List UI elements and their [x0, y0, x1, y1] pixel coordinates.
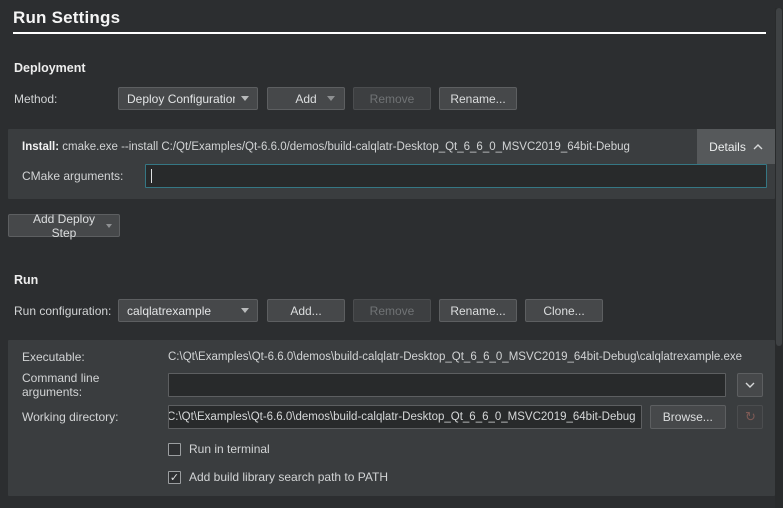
run-remove-button[interactable]: Remove	[353, 299, 431, 322]
page-title: Run Settings	[13, 8, 766, 28]
working-directory-input[interactable]: C:\Qt\Examples\Qt-6.6.0\demos\build-calq…	[168, 405, 642, 429]
install-step-summary: Install: cmake.exe --install C:/Qt/Examp…	[22, 141, 630, 153]
deploy-remove-button[interactable]: Remove	[353, 87, 431, 110]
add-path-option[interactable]: ✓ Add build library search path to PATH	[168, 470, 763, 484]
chevron-down-icon	[327, 96, 335, 101]
chevron-down-icon	[106, 224, 112, 228]
add-deploy-step-button[interactable]: Add Deploy Step	[8, 214, 120, 237]
executable-label: Executable:	[22, 350, 160, 364]
cmake-arguments-row: CMake arguments:	[8, 164, 775, 199]
details-label: Details	[709, 140, 746, 154]
install-step-title: Install:	[22, 141, 59, 153]
executable-row: Executable: C:\Qt\Examples\Qt-6.6.0\demo…	[22, 350, 763, 364]
run-configuration-value: calqlatrexample	[127, 304, 235, 318]
deployment-section-header: Deployment	[14, 61, 783, 75]
deploy-step-panel: Install: cmake.exe --install C:/Qt/Examp…	[8, 129, 775, 199]
arguments-history-dropdown-button[interactable]	[737, 373, 763, 397]
run-configuration-label: Run configuration:	[14, 304, 118, 318]
deploy-rename-button[interactable]: Rename...	[439, 87, 517, 110]
checkmark-icon: ✓	[170, 472, 179, 483]
chevron-down-icon	[745, 382, 755, 388]
vertical-scrollbar-thumb[interactable]	[776, 8, 782, 346]
working-directory-row: Working directory: C:\Qt\Examples\Qt-6.6…	[22, 405, 763, 429]
run-details-panel: Executable: C:\Qt\Examples\Qt-6.6.0\demo…	[8, 340, 775, 496]
run-in-terminal-option[interactable]: Run in terminal	[168, 442, 763, 456]
working-directory-label: Working directory:	[22, 410, 160, 424]
add-path-checkbox[interactable]: ✓	[168, 471, 181, 484]
run-configuration-row: Run configuration: calqlatrexample Add..…	[14, 299, 783, 322]
run-add-button[interactable]: Add...	[267, 299, 345, 322]
details-toggle-button[interactable]: Details	[697, 129, 775, 164]
deploy-method-select[interactable]: Deploy Configuration	[118, 87, 258, 110]
command-line-arguments-input[interactable]	[168, 373, 726, 397]
cmake-arguments-label: CMake arguments:	[22, 169, 145, 183]
reset-icon: ↺	[745, 410, 756, 425]
executable-value: C:\Qt\Examples\Qt-6.6.0\demos\build-calq…	[168, 351, 742, 363]
run-configuration-select[interactable]: calqlatrexample	[118, 299, 258, 322]
add-path-label: Add build library search path to PATH	[189, 470, 388, 484]
run-in-terminal-label: Run in terminal	[189, 442, 270, 456]
chevron-down-icon	[241, 308, 249, 313]
deployment-method-row: Method: Deploy Configuration Add Remove …	[14, 87, 783, 110]
deploy-add-label: Add	[295, 92, 316, 106]
chevron-up-icon	[753, 144, 763, 150]
reset-working-directory-button[interactable]: ↺	[737, 405, 763, 429]
install-step-header: Install: cmake.exe --install C:/Qt/Examp…	[8, 129, 775, 164]
vertical-scrollbar-track	[775, 8, 783, 508]
chevron-down-icon	[241, 96, 249, 101]
working-directory-value: C:\Qt\Examples\Qt-6.6.0\demos\build-calq…	[168, 411, 636, 423]
command-line-arguments-label: Command line arguments:	[22, 371, 160, 399]
command-line-arguments-row: Command line arguments:	[22, 371, 763, 399]
run-rename-button[interactable]: Rename...	[439, 299, 517, 322]
run-clone-button[interactable]: Clone...	[525, 299, 603, 322]
deploy-method-value: Deploy Configuration	[127, 92, 235, 106]
install-step-command: cmake.exe --install C:/Qt/Examples/Qt-6.…	[62, 141, 630, 153]
page-title-underline: Run Settings	[13, 8, 766, 34]
run-in-terminal-checkbox[interactable]	[168, 443, 181, 456]
browse-button[interactable]: Browse...	[650, 405, 726, 429]
deploy-add-button[interactable]: Add	[267, 87, 345, 110]
add-deploy-step-label: Add Deploy Step	[19, 212, 109, 240]
cmake-arguments-input[interactable]	[145, 164, 767, 188]
text-caret	[151, 169, 152, 183]
method-label: Method:	[14, 92, 118, 106]
run-section-header: Run	[14, 273, 783, 287]
